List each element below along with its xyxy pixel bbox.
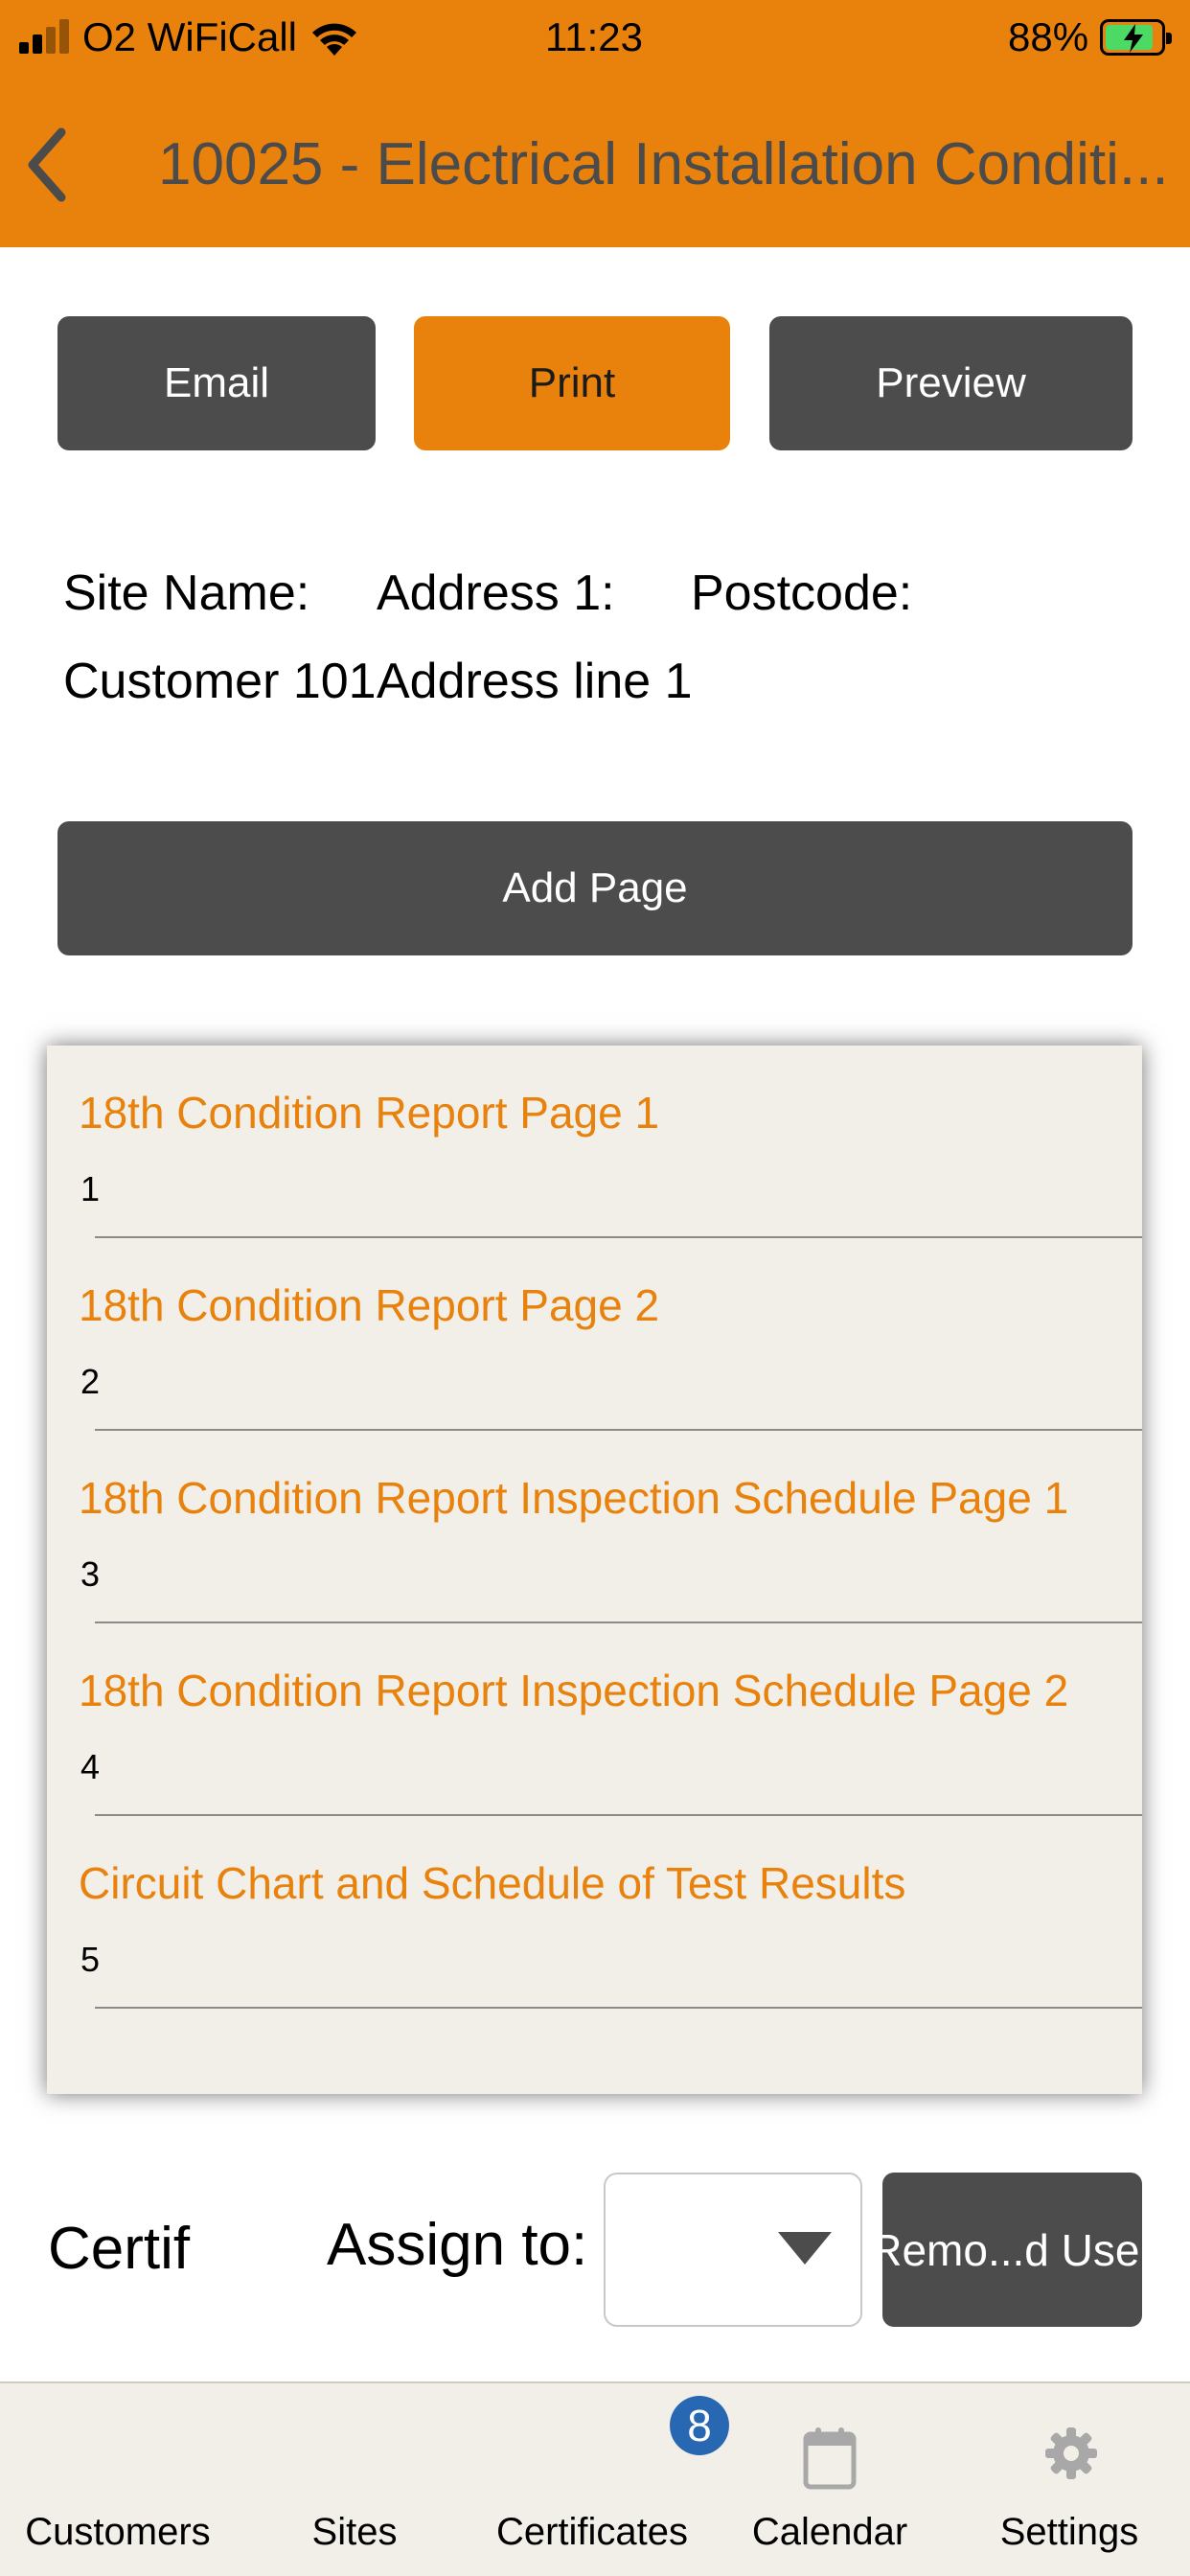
calendar-icon [803, 2427, 857, 2490]
list-item[interactable]: 18th Condition Report Page 1 1 [47, 1046, 1142, 1238]
tab-label: Calendar [751, 2511, 908, 2553]
page-name: 18th Condition Report Inspection Schedul… [79, 1666, 1069, 1715]
charging-bolt-icon [1124, 24, 1143, 53]
page-name: 18th Condition Report Page 1 [79, 1088, 660, 1138]
battery-icon [1100, 19, 1172, 56]
tab-bar: Customers Sites Certificates Calendar Se… [0, 2381, 1190, 2576]
back-button[interactable] [19, 123, 77, 207]
app-header: O2 WiFiCall 11:23 88% 10025 - Electrical… [0, 0, 1190, 247]
wifi-icon [312, 23, 356, 56]
page-name: 18th Condition Report Page 2 [79, 1280, 660, 1330]
certif-label: Certif [48, 2216, 191, 2282]
page-list: 18th Condition Report Page 1 1 18th Cond… [47, 1046, 1142, 2094]
postcode-label: Postcode: [691, 565, 913, 621]
status-bar: O2 WiFiCall 11:23 88% [0, 0, 1190, 77]
page-number: 5 [80, 1940, 101, 1979]
battery-percent: 88% [1008, 14, 1089, 59]
add-page-button[interactable]: Add Page [57, 821, 1133, 955]
list-item[interactable]: Circuit Chart and Schedule of Test Resul… [47, 1816, 1142, 2009]
page-title: 10025 - Electrical Installation Conditi.… [158, 131, 1169, 197]
clock: 11:23 [545, 14, 643, 59]
tab-sites[interactable]: Sites [236, 2383, 473, 2576]
address-label: Address 1: [377, 565, 615, 621]
tab-label: Sites [311, 2511, 398, 2553]
list-item[interactable]: 18th Condition Report Inspection Schedul… [47, 1431, 1142, 1623]
page-name: Circuit Chart and Schedule of Test Resul… [79, 1858, 906, 1908]
print-button[interactable]: Print [414, 316, 730, 450]
email-button[interactable]: Email [57, 316, 376, 450]
site-name-value: Customer 101 [63, 654, 377, 709]
preview-button[interactable]: Preview [769, 316, 1133, 450]
gear-icon [1045, 2427, 1097, 2479]
chevron-left-icon [28, 127, 66, 202]
address-value: Address line 1 [377, 654, 693, 709]
cellular-signal-icon [19, 19, 71, 54]
certificates-badge: 8 [670, 2396, 729, 2455]
page-number: 4 [80, 1747, 101, 1786]
chevron-down-icon [778, 2232, 832, 2265]
carrier-name: O2 WiFiCall [82, 14, 298, 59]
list-item[interactable]: 18th Condition Report Page 2 2 [47, 1238, 1142, 1431]
assign-user-dropdown[interactable] [604, 2173, 862, 2327]
page-number: 2 [80, 1362, 101, 1401]
tab-calendar[interactable]: Calendar [711, 2383, 949, 2576]
list-item[interactable]: 18th Condition Report Inspection Schedul… [47, 1623, 1142, 1816]
page-name: 18th Condition Report Inspection Schedul… [79, 1473, 1069, 1523]
divider [95, 2007, 1142, 2009]
tab-label: Certificates [495, 2511, 689, 2553]
tab-settings[interactable]: Settings [949, 2383, 1190, 2576]
assign-to-label: Assign to: [327, 2212, 588, 2278]
tab-label: Settings [999, 2511, 1139, 2553]
site-name-label: Site Name: [63, 565, 310, 621]
tab-label: Customers [25, 2511, 211, 2553]
remove-user-button[interactable]: Remo...d User [870, 2173, 1155, 2327]
page-number: 1 [80, 1169, 101, 1208]
page-number: 3 [80, 1554, 101, 1594]
tab-customers[interactable]: Customers [0, 2383, 236, 2576]
